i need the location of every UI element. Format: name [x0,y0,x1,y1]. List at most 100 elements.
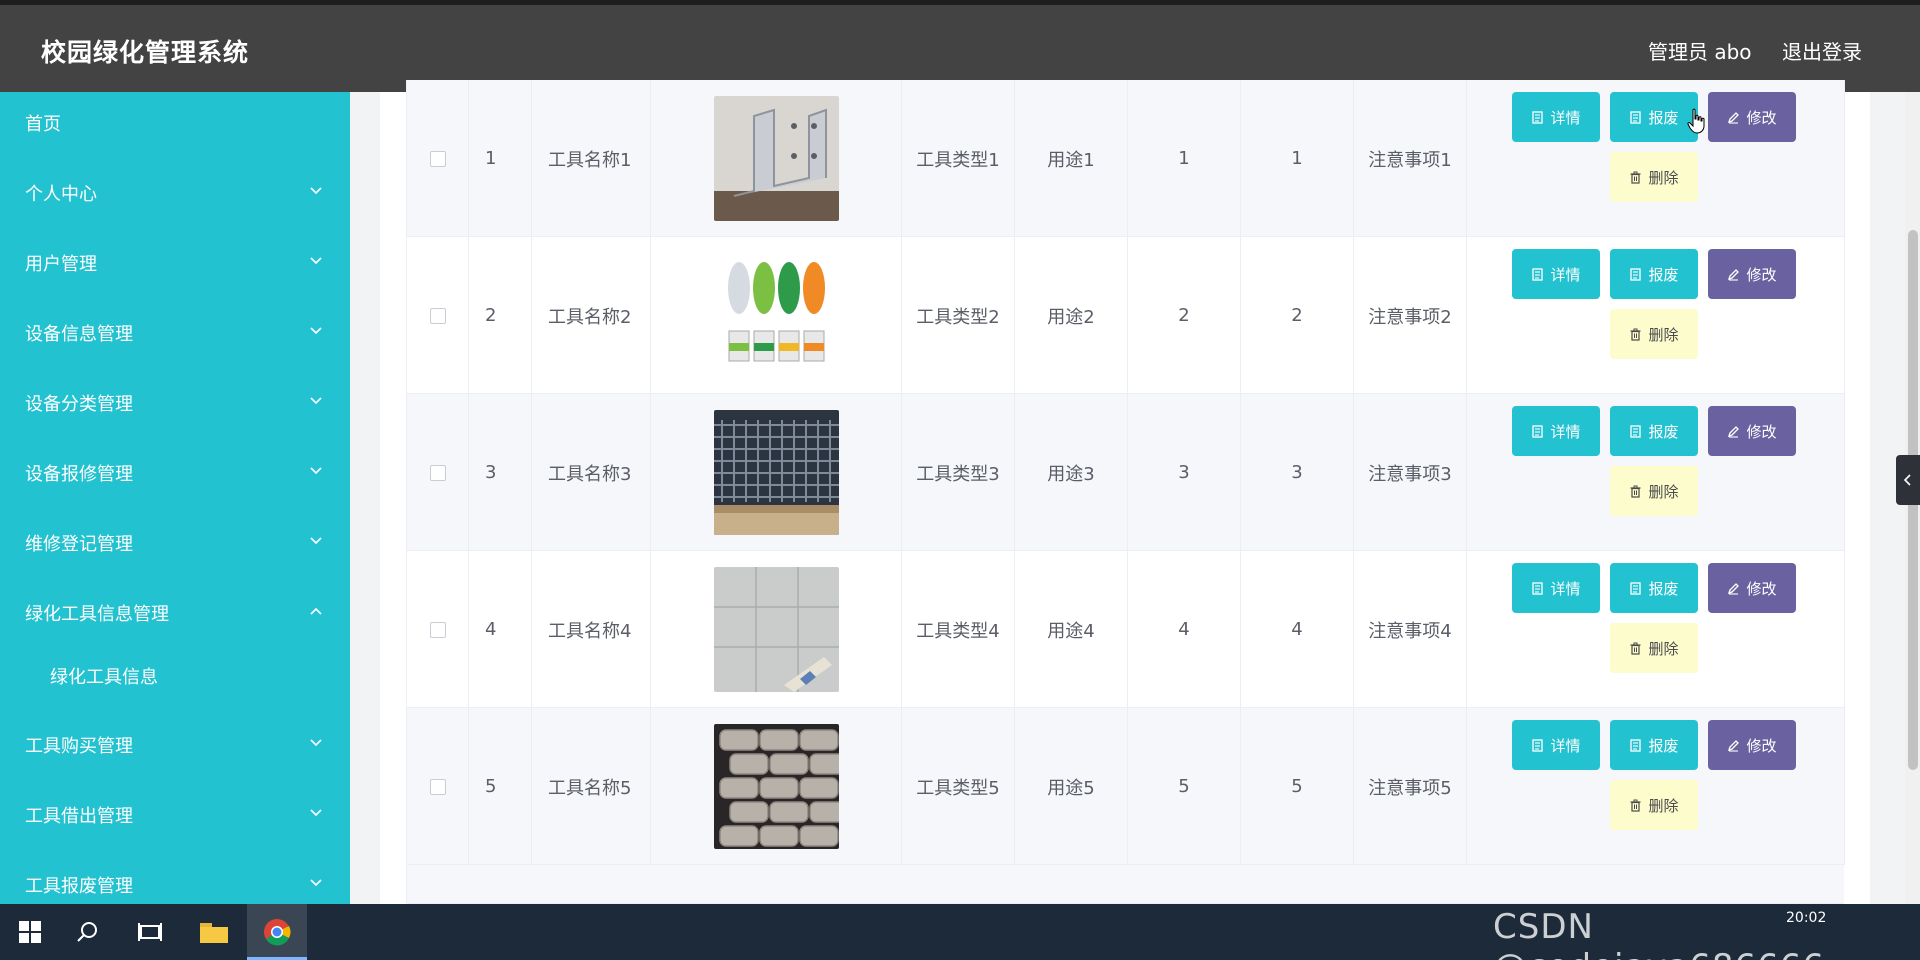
scrap-button[interactable]: 报废 [1610,406,1698,456]
button-label: 修改 [1746,265,1777,284]
document-icon [1532,424,1544,438]
scrap-button[interactable]: 报废 [1610,720,1698,770]
tool-type: 工具类型1 [902,80,1015,237]
tool-note: 注意事项2 [1354,237,1467,394]
sidebar-item-personal-center[interactable]: 个人中心 [0,162,350,222]
sidebar-item-label: 绿化工具信息管理 [25,604,169,625]
detail-button[interactable]: 详情 [1512,406,1600,456]
detail-button[interactable]: 详情 [1512,563,1600,613]
table-row: 3 工具名称3 工具类型3 用途3 3 3 注意事项3 详情 报废 修改 删除 [406,394,1845,551]
row-checkbox[interactable] [429,464,446,481]
button-label: 报废 [1648,736,1679,755]
delete-button[interactable]: 删除 [1610,309,1698,359]
tool-name: 工具名称2 [532,237,651,394]
sidebar-item-label: 工具报废管理 [25,876,133,897]
row-index: 3 [469,394,532,551]
delete-button[interactable]: 删除 [1610,466,1698,516]
delete-button[interactable]: 删除 [1610,780,1698,830]
button-label: 删除 [1648,325,1679,344]
document-icon [1630,424,1642,438]
side-toggle-tab[interactable] [1896,455,1920,505]
tool-name: 工具名称1 [532,80,651,237]
sidebar-item-tool-scrap[interactable]: 工具报废管理 [0,854,350,904]
tool-usage: 用途4 [1015,551,1128,708]
tool-type: 工具类型5 [902,708,1015,865]
sidebar-item-repair-registration[interactable]: 维修登记管理 [0,512,350,572]
sidebar-item-tool-lending[interactable]: 工具借出管理 [0,784,350,844]
button-label: 报废 [1648,422,1679,441]
button-label: 删除 [1648,168,1679,187]
row-checkbox[interactable] [429,150,446,167]
tool-note: 注意事项3 [1354,394,1467,551]
actions-cell: 详情 报废 修改 删除 [1467,551,1845,708]
edit-button[interactable]: 修改 [1708,92,1796,142]
edit-button[interactable]: 修改 [1708,406,1796,456]
app-title: 校园绿化管理系统 [41,38,250,67]
value-cell: 5 [1128,708,1241,865]
edit-button[interactable]: 修改 [1708,720,1796,770]
document-icon [1532,738,1544,752]
document-icon [1630,738,1642,752]
chevron-down-icon [310,327,322,335]
chrome-icon[interactable] [259,914,295,950]
document-icon [1630,110,1642,124]
sidebar-item-label: 首页 [25,114,61,135]
chevron-left-icon [1903,474,1911,486]
search-icon[interactable] [70,914,106,950]
delete-button[interactable]: 删除 [1610,152,1698,202]
sidebar-item-device-info[interactable]: 设备信息管理 [0,302,350,362]
detail-button[interactable]: 详情 [1512,249,1600,299]
checkbox-cell [407,551,469,708]
chevron-down-icon [310,809,322,817]
tool-image [713,724,839,849]
edit-button[interactable]: 修改 [1708,249,1796,299]
clock: 20:02 [1786,910,1827,926]
detail-button[interactable]: 详情 [1512,720,1600,770]
trash-icon [1630,799,1641,812]
tool-image [713,253,839,378]
sidebar-item-green-tool-info-management[interactable]: 绿化工具信息管理 [0,582,350,642]
button-label: 详情 [1550,736,1581,755]
scrap-button[interactable]: 报废 [1610,249,1698,299]
table-row: 2 工具名称2 工具类型2 用途2 2 2 注意事项2 详情 报废 修改 删除 [406,237,1845,394]
checkbox-cell [407,80,469,237]
sidebar-item-tool-purchase[interactable]: 工具购买管理 [0,714,350,774]
sidebar: 首页 个人中心 用户管理 设备信息管理 设备分类管理 设备报修管理 维修登记管理… [0,92,350,904]
sidebar-subitem-green-tool-info[interactable]: 绿化工具信息 [0,645,350,705]
button-label: 详情 [1550,265,1581,284]
delete-button[interactable]: 删除 [1610,623,1698,673]
sidebar-item-home[interactable]: 首页 [0,92,350,152]
logout-link[interactable]: 退出登录 [1782,36,1862,65]
value-cell: 3 [1241,394,1354,551]
chevron-up-icon [310,607,322,615]
sidebar-item-label: 绿化工具信息 [50,667,158,688]
scrap-button[interactable]: 报废 [1610,563,1698,613]
tool-name: 工具名称4 [532,551,651,708]
tool-image [713,96,839,221]
sidebar-item-user-management[interactable]: 用户管理 [0,232,350,292]
table-row: 4 工具名称4 工具类型4 用途4 4 4 注意事项4 详情 报废 修改 删除 [406,551,1845,708]
checkbox-cell [407,708,469,865]
tool-note: 注意事项5 [1354,708,1467,865]
row-checkbox[interactable] [429,621,446,638]
button-label: 删除 [1648,796,1679,815]
chevron-down-icon [310,467,322,475]
windows-start-icon[interactable] [12,914,48,950]
edit-icon [1728,268,1740,281]
scrap-button[interactable]: 报废 [1610,92,1698,142]
edit-icon [1728,582,1740,595]
task-view-icon[interactable] [132,914,168,950]
value-cell: 4 [1241,551,1354,708]
sidebar-item-device-category[interactable]: 设备分类管理 [0,372,350,432]
detail-button[interactable]: 详情 [1512,92,1600,142]
tool-name: 工具名称3 [532,394,651,551]
button-label: 报废 [1648,265,1679,284]
file-explorer-icon[interactable] [196,914,232,950]
table-row: 5 工具名称5 工具类型5 用途5 5 5 注意事项5 详情 报废 修改 删除 [406,708,1845,865]
row-checkbox[interactable] [429,778,446,795]
row-index: 4 [469,551,532,708]
edit-button[interactable]: 修改 [1708,563,1796,613]
row-checkbox[interactable] [429,307,446,324]
value-cell: 5 [1241,708,1354,865]
sidebar-item-device-repair[interactable]: 设备报修管理 [0,442,350,502]
